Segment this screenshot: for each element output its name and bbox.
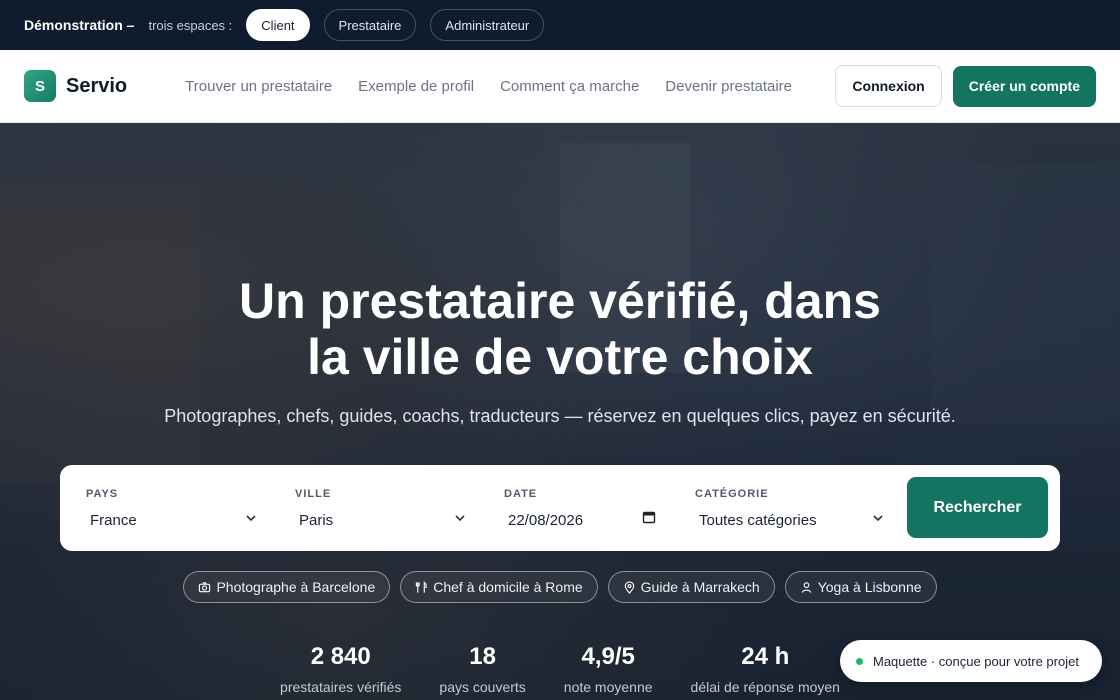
toast-text: Maquette · conçue pour votre projet [873, 653, 1079, 669]
chip-label: Guide à Marrakech [640, 579, 760, 595]
chevron-down-icon [246, 515, 256, 522]
stat-label: délai de réponse moyen [690, 679, 840, 695]
country-label: PAYS [86, 488, 119, 500]
utensils-icon [416, 580, 428, 593]
search-button[interactable]: Rechercher [907, 477, 1048, 538]
status-dot-icon [856, 657, 863, 665]
stat-value: 24 h [741, 643, 790, 670]
city-value: Paris [299, 512, 334, 529]
headline-line-1: Un prestataire vérifié, dans [239, 273, 881, 329]
stat-label: pays couverts [439, 679, 526, 695]
user-icon [801, 581, 811, 593]
country-value: France [90, 512, 137, 529]
nav-link-profile-example[interactable]: Exemple de profil [358, 78, 474, 95]
stat-providers: 2 840 prestataires vérifiés [280, 643, 401, 695]
stat-value: 2 840 [310, 643, 371, 670]
calendar-icon[interactable] [642, 510, 656, 524]
chevron-down-icon [455, 515, 465, 522]
stat-label: note moyenne [563, 679, 653, 695]
chevron-down-icon [873, 515, 883, 522]
nav-link-become-provider[interactable]: Devenir prestataire [665, 78, 792, 95]
city-select[interactable]: VILLE Paris [295, 478, 477, 538]
chip-label: Photographe à Barcelone [216, 579, 376, 595]
login-button[interactable]: Connexion [835, 65, 942, 107]
stat-rating: 4,9/5 note moyenne [564, 643, 653, 695]
stat-value: 4,9/5 [581, 643, 635, 670]
city-label: VILLE [295, 488, 332, 500]
search-bar: PAYS France VILLE Paris DATE 22/08/2026 … [60, 465, 1060, 551]
camera-icon [199, 581, 211, 592]
demo-subtitle: trois espaces : [148, 17, 233, 33]
space-administrateur-button[interactable]: Administrateur [430, 9, 545, 41]
map-pin-icon [624, 580, 634, 594]
headline-line-2: la ville de votre choix [307, 329, 813, 385]
mockup-toast[interactable]: Maquette · conçue pour votre projet [840, 640, 1102, 682]
date-input[interactable]: DATE 22/08/2026 [504, 478, 668, 538]
category-value: Toutes catégories [699, 512, 817, 529]
nav-link-find[interactable]: Trouver un prestataire [185, 78, 332, 95]
date-label: DATE [504, 488, 538, 500]
chip-photographe-barcelone[interactable]: Photographe à Barcelone [183, 571, 391, 603]
date-value: 22/08/2026 [508, 512, 584, 529]
chip-chef-rome[interactable]: Chef à domicile à Rome [400, 571, 598, 603]
demo-bar: Démonstration – trois espaces : Client P… [0, 0, 1120, 50]
demo-title: Démonstration – [24, 17, 135, 33]
category-select[interactable]: CATÉGORIE Toutes catégories [695, 478, 891, 538]
hero-section: Un prestataire vérifié, dans la ville de… [0, 123, 1120, 700]
signup-button[interactable]: Créer un compte [952, 65, 1096, 107]
chip-label: Yoga à Lisbonne [817, 579, 922, 595]
stat-countries: 18 pays couverts [439, 643, 525, 695]
logo-icon[interactable]: S [24, 70, 56, 102]
hero-subtitle: Photographes, chefs, guides, coachs, tra… [164, 406, 956, 426]
hero-headline: Un prestataire vérifié, dans la ville de… [0, 273, 1120, 385]
space-client-button[interactable]: Client [246, 9, 310, 41]
chip-label: Chef à domicile à Rome [433, 579, 583, 595]
category-label: CATÉGORIE [695, 488, 769, 500]
stat-value: 18 [469, 643, 496, 670]
brand-name[interactable]: Servio [66, 75, 127, 98]
chip-guide-marrakech[interactable]: Guide à Marrakech [607, 571, 775, 603]
country-select[interactable]: PAYS France [86, 478, 268, 538]
space-prestataire-button[interactable]: Prestataire [323, 9, 417, 41]
chip-yoga-lisbonne[interactable]: Yoga à Lisbonne [784, 571, 937, 603]
stat-label: prestataires vérifiés [280, 679, 402, 695]
nav-link-how-it-works[interactable]: Comment ça marche [500, 78, 639, 95]
main-nav: S Servio Trouver un prestataire Exemple … [0, 50, 1120, 123]
suggestion-chips: Photographe à Barcelone Chef à domicile … [0, 571, 1120, 603]
stat-response-time: 24 h délai de réponse moyen [691, 643, 840, 695]
